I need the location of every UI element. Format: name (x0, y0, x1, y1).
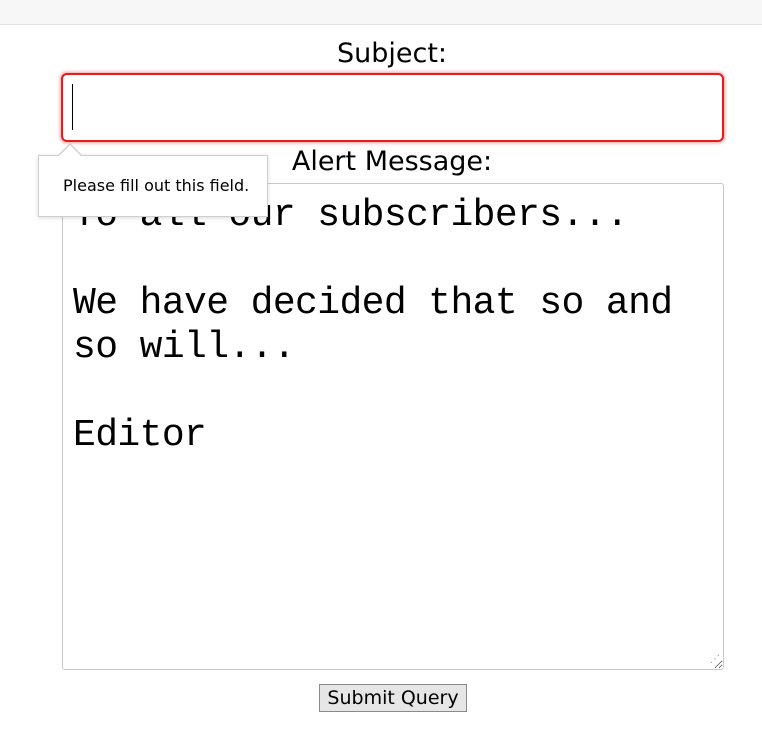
text-caret (72, 84, 73, 130)
browser-top-bar (0, 0, 762, 25)
subject-input[interactable] (61, 73, 724, 142)
alert-message-textarea[interactable]: To all our subscribers... We have decide… (62, 183, 724, 670)
validation-tooltip: Please fill out this field. (38, 155, 268, 217)
submit-query-button[interactable]: Submit Query (319, 684, 467, 712)
tooltip-arrow-fill (59, 145, 81, 156)
resize-grip-icon[interactable]: ⋰ (708, 654, 720, 666)
subject-label: Subject: (336, 38, 448, 69)
